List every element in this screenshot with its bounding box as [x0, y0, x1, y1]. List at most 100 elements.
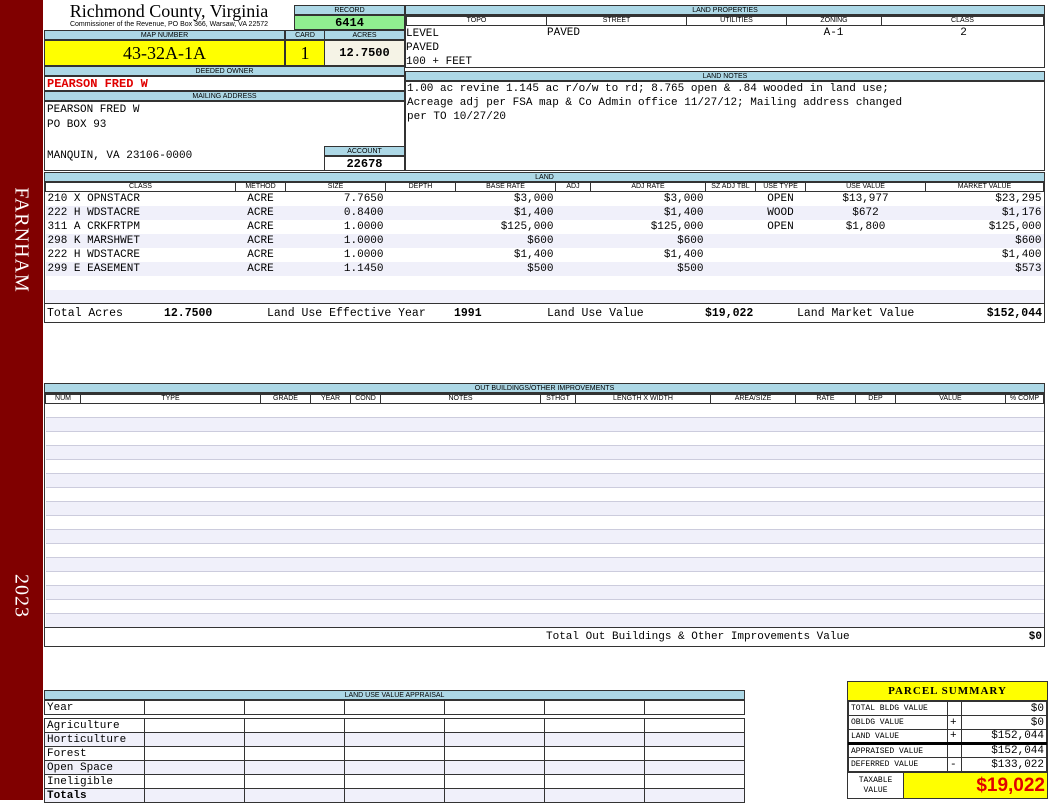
land-use-cell: [344, 732, 445, 747]
land-use-cell: [444, 732, 545, 747]
land-use-cell: [344, 746, 445, 761]
outbuilding-cell: [45, 571, 1044, 586]
land-cell: 311 A CRKFRTPM: [47, 220, 140, 233]
land-use-cell: [644, 732, 745, 747]
district-name: FARNHAM: [10, 187, 33, 293]
land-use-cell: [444, 760, 545, 775]
outbuilding-cell: [45, 417, 1044, 432]
land-cell: $1,176: [925, 205, 1044, 220]
land-cell: $125,000: [500, 220, 554, 233]
card-number: 1: [285, 40, 325, 66]
land-cell: [286, 276, 386, 290]
land-cell: [555, 261, 591, 276]
land-use-cell: [644, 788, 745, 803]
record-label: RECORD: [294, 5, 405, 15]
outbuilding-cell: [45, 543, 1044, 558]
land-cell: [45, 289, 236, 304]
land-use-cell: [644, 718, 745, 733]
outbuilding-row: [45, 501, 1044, 516]
land-use-cell: [244, 700, 345, 715]
land-cell: [756, 248, 806, 262]
summary-row: DEFERRED VALUE - $133,022: [848, 757, 1047, 772]
land-cell: ACRE: [235, 233, 286, 248]
land-cell: $1,800: [845, 220, 886, 233]
land-cell: [805, 233, 926, 248]
outbuilding-col-header: STHGT: [540, 394, 576, 404]
land-use-cell: [644, 760, 745, 775]
land-use-row: Open Space: [44, 760, 745, 775]
land-cell: 1.0000: [343, 220, 384, 233]
outbuilding-cell: [45, 445, 1044, 460]
land-use-cell: [244, 760, 345, 775]
outbuilding-row: [45, 585, 1044, 600]
land-use-row: Forest: [44, 746, 745, 761]
land-use-cell: [444, 700, 545, 715]
land-use-cell: [444, 788, 545, 803]
land-cell: [755, 233, 806, 248]
outbuilding-cell: [45, 403, 1044, 418]
land-use-cell: [144, 718, 245, 733]
map-number: 43-32A-1A: [44, 40, 285, 66]
outbuilding-col-header: LENGTH X WIDTH: [575, 394, 711, 404]
land-cell: [591, 276, 706, 290]
land-use-cell: [644, 774, 745, 789]
land-cell: OPEN: [767, 220, 794, 233]
summary-label: DEFERRED VALUE: [848, 757, 948, 772]
outbuilding-row: [45, 431, 1044, 446]
outbuilding-cell: [45, 515, 1044, 530]
land-cell: [556, 248, 591, 262]
summary-label: LAND VALUE: [848, 729, 948, 744]
class-value: 2: [960, 27, 967, 39]
land-use-cell: [644, 746, 745, 761]
land-use-cell: [544, 774, 645, 789]
land-use-row: Agriculture: [44, 718, 745, 733]
land-market-value-label: Land Market Value: [797, 307, 915, 320]
land-use-cell: [544, 700, 645, 715]
land-cell: [556, 192, 591, 206]
zoning-value: A-1: [823, 27, 844, 39]
street-value: PAVED: [547, 27, 581, 39]
land-cell: $500: [455, 261, 556, 276]
land-cell: [805, 289, 926, 304]
land-row: 222 H WDSTACRE ACRE 1.0000 $1,400 $1,400 $1,4…: [46, 248, 1044, 262]
land-cell: ACRE: [235, 205, 286, 220]
summary-value: $152,044: [961, 729, 1047, 744]
outbuilding-col-header: DEP: [855, 394, 896, 404]
acres-value: 12.7500: [324, 40, 405, 66]
land-cell: [456, 276, 556, 290]
summary-label: OBLDG VALUE: [848, 715, 948, 730]
land-cell: [385, 261, 456, 276]
outbuilding-col-header: NUM: [45, 394, 81, 404]
land-use-label: Open Space: [44, 760, 145, 775]
summary-label: TOTAL BLDG VALUE: [848, 701, 948, 716]
land-cell: [706, 192, 756, 206]
land-cell: [806, 276, 926, 290]
summary-row: OBLDG VALUE + $0: [848, 715, 1047, 730]
total-acres: 12.7500: [164, 307, 213, 320]
outbuildings-total-value: $0: [1028, 631, 1042, 643]
land-use-value-label: Land Use Value: [547, 307, 644, 320]
address-line-1: PEARSON FRED W: [47, 104, 140, 116]
land-use-cell: [544, 746, 645, 761]
land-col-header: CLASS: [45, 182, 236, 192]
land-use-cell: [344, 700, 445, 715]
land-use-row: Totals: [44, 788, 745, 803]
land-cell: $23,295: [995, 192, 1042, 205]
land-cell: [706, 276, 756, 290]
land-cell: [455, 289, 556, 304]
land-cell: 222 H WDSTACRE: [45, 205, 236, 220]
land-cell: [925, 289, 1044, 304]
land-use-label: Totals: [44, 788, 145, 803]
land-cell: $573: [925, 261, 1044, 276]
note-line: 1.00 ac revine 1.145 ac r/o/w to rd; 8.7…: [407, 83, 889, 95]
land-cell: [705, 289, 756, 304]
land-use-cell: [144, 760, 245, 775]
land-row: [45, 289, 1044, 304]
land-cell: [590, 289, 706, 304]
land-cell: $125,000: [988, 220, 1042, 233]
land-use-row: Horticulture: [44, 732, 745, 747]
note-line: per TO 10/27/20: [407, 111, 507, 123]
land-cell: $1,400: [1001, 248, 1042, 261]
land-notes: 1.00 ac revine 1.145 ac r/o/w to rd; 8.7…: [405, 81, 1045, 171]
land-cell: [556, 276, 591, 290]
